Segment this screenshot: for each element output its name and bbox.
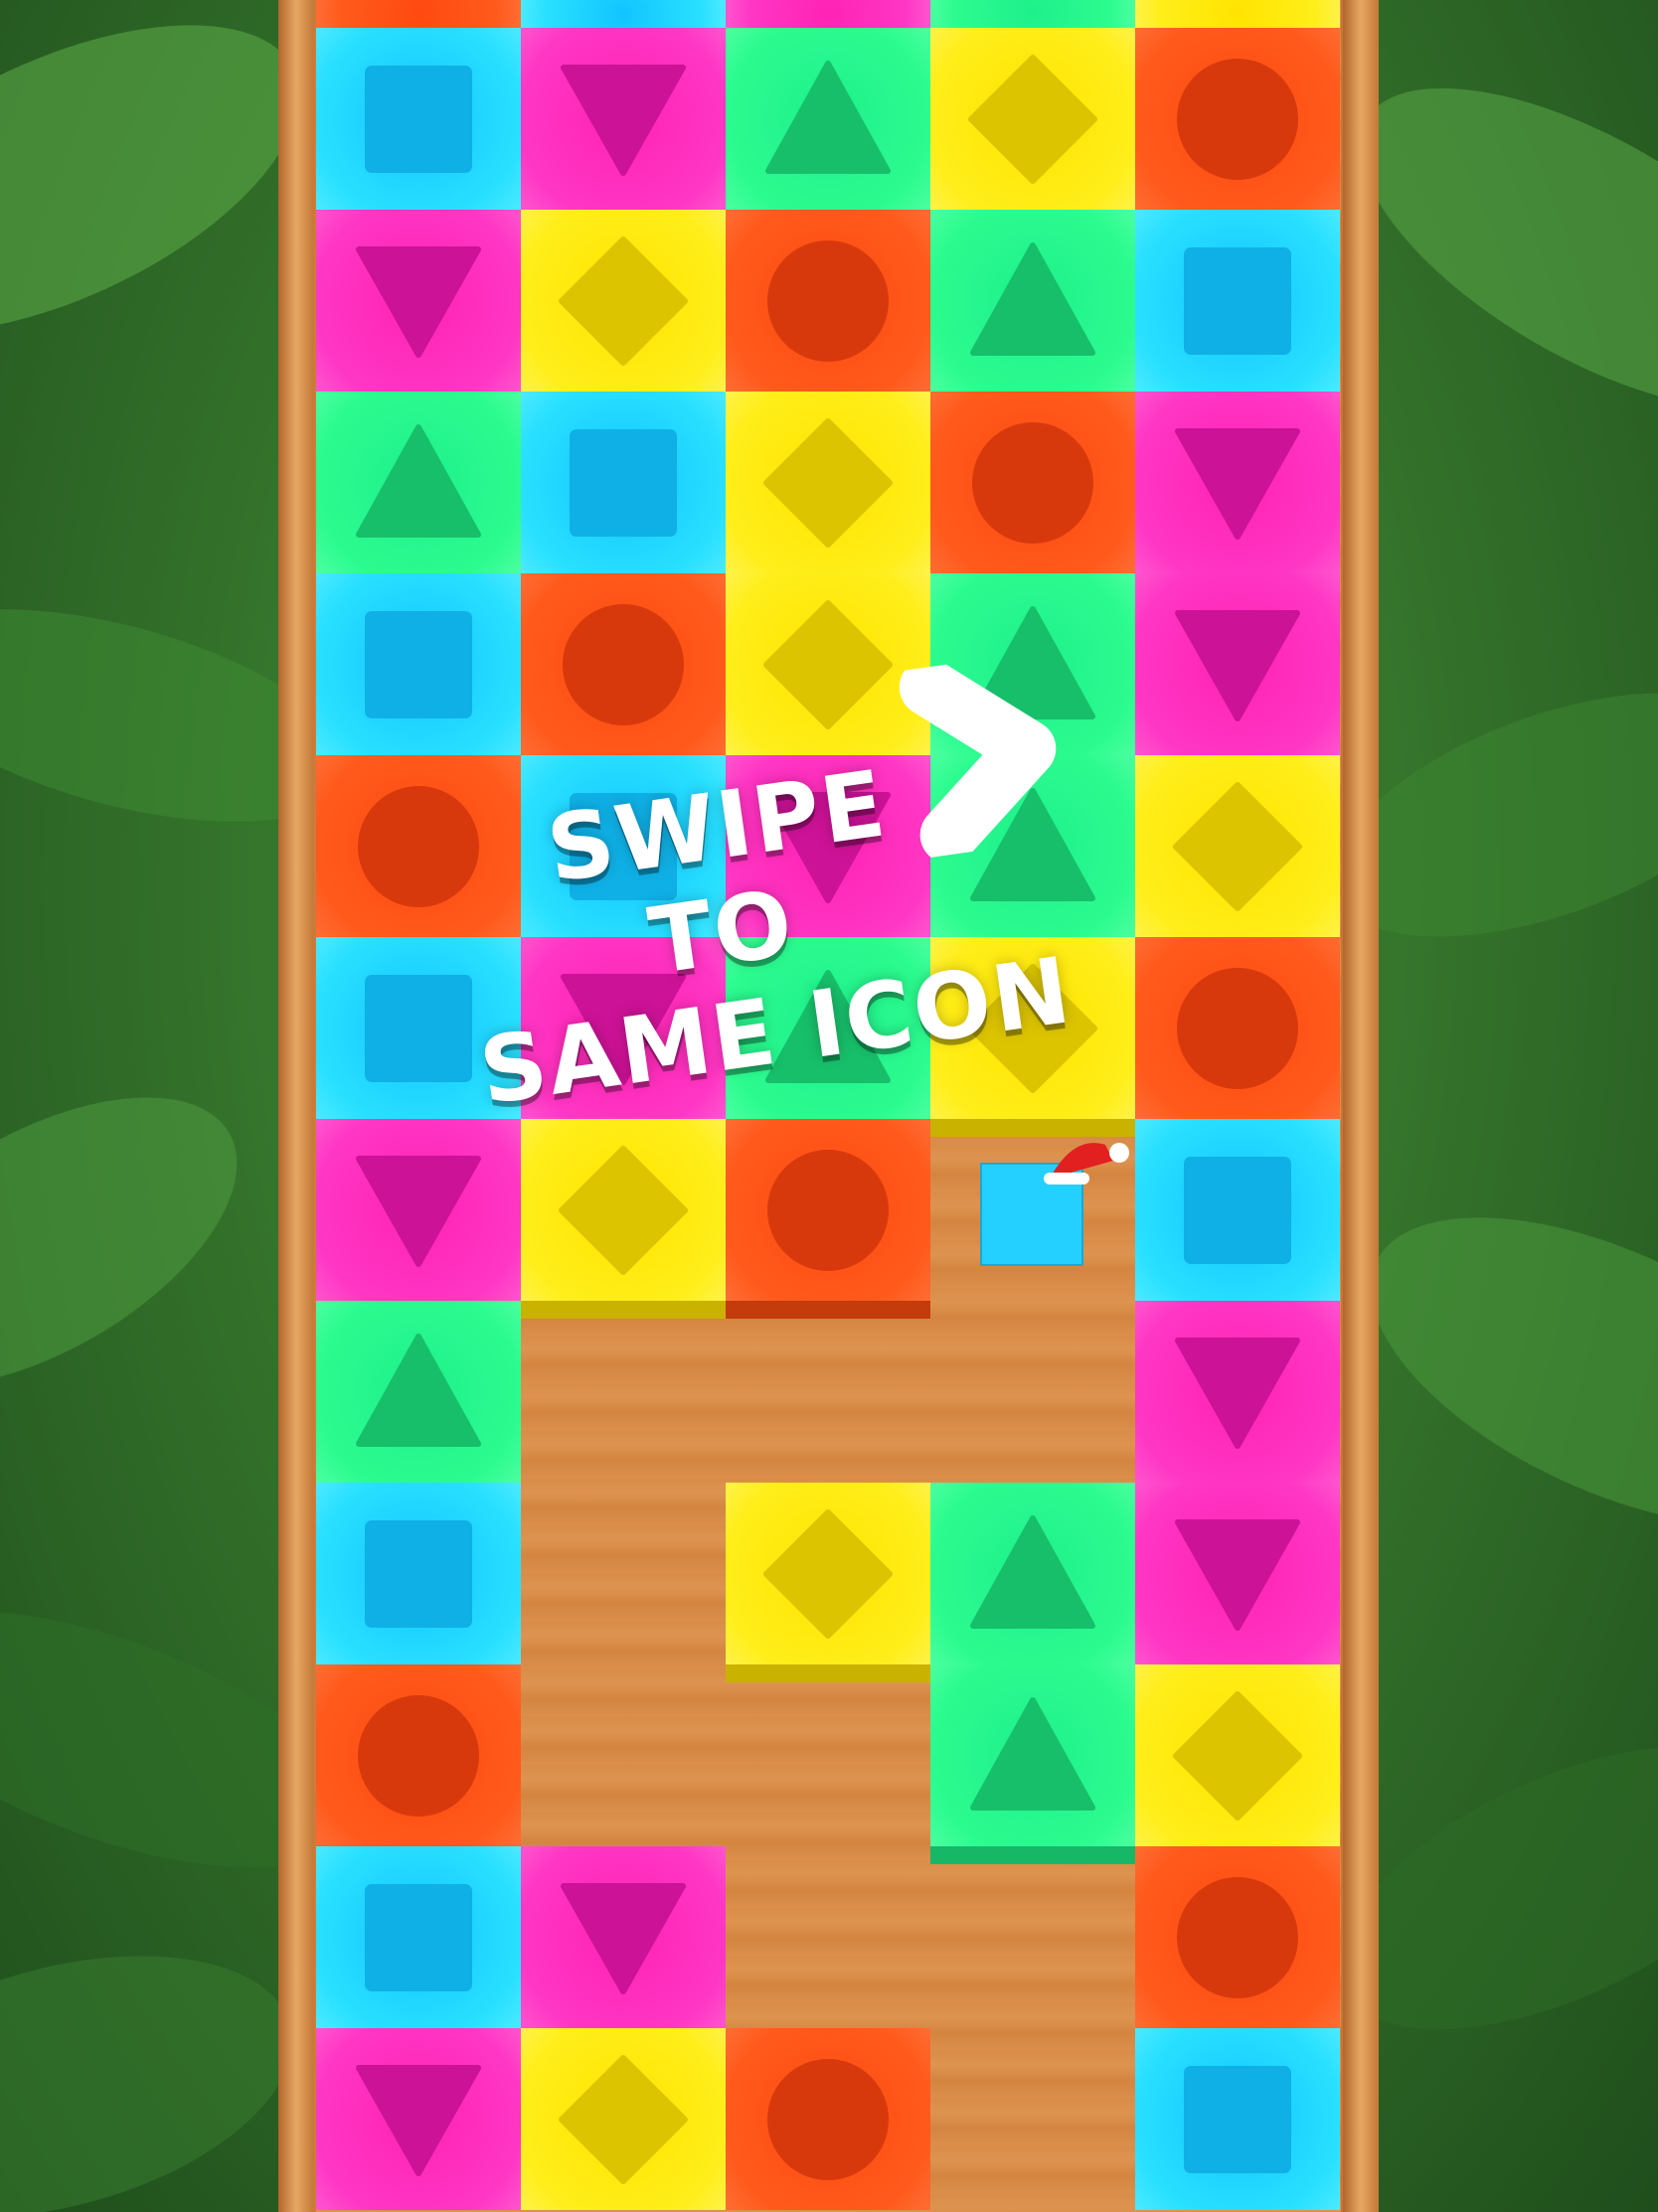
tile-magenta[interactable]: [316, 2028, 521, 2210]
tile-orange[interactable]: [726, 210, 930, 392]
tile-yellow[interactable]: [930, 28, 1135, 210]
down-triangle-icon: [1175, 610, 1300, 721]
triangle-icon: [765, 61, 891, 174]
swipe-hint: SWIPE TO SAME ICON: [434, 650, 1196, 1258]
diamond-icon: [1173, 1691, 1302, 1820]
down-triangle-icon: [1175, 1519, 1300, 1631]
triangle-icon: [970, 1697, 1095, 1811]
tile-orange[interactable]: [316, 1664, 521, 1846]
diamond-icon: [968, 55, 1097, 184]
down-triangle-icon: [356, 246, 481, 358]
diamond-icon: [559, 2055, 688, 2184]
square-icon: [365, 66, 472, 173]
chevron-right-icon: [899, 658, 1057, 860]
square-icon: [570, 429, 677, 537]
tile-yellow[interactable]: [1135, 0, 1340, 28]
tile-green[interactable]: [930, 1664, 1135, 1864]
tile-cyan[interactable]: [316, 573, 521, 755]
tile-yellow[interactable]: [726, 392, 930, 573]
tile-magenta[interactable]: [1135, 573, 1340, 755]
tile-magenta[interactable]: [1135, 392, 1340, 573]
tile-magenta[interactable]: [521, 1846, 726, 2028]
triangle-icon: [356, 1334, 481, 1447]
down-triangle-icon: [1175, 1338, 1300, 1449]
square-icon: [1184, 2066, 1291, 2173]
tile-magenta[interactable]: [316, 210, 521, 392]
tile-magenta[interactable]: [726, 0, 930, 28]
triangle-icon: [970, 242, 1095, 356]
circle-icon: [358, 1695, 479, 1817]
tile-magenta[interactable]: [1135, 1483, 1340, 1664]
tile-green[interactable]: [726, 28, 930, 210]
tile-green[interactable]: [930, 1483, 1135, 1664]
circle-icon: [972, 422, 1093, 544]
tile-magenta[interactable]: [1135, 1301, 1340, 1483]
tile-yellow[interactable]: [521, 2028, 726, 2210]
circle-icon: [1177, 59, 1298, 180]
tile-cyan[interactable]: [1135, 2028, 1340, 2210]
down-triangle-icon: [1175, 428, 1300, 540]
tile-cyan[interactable]: [1135, 210, 1340, 392]
tile-yellow[interactable]: [1135, 1664, 1340, 1846]
tile-cyan[interactable]: [316, 28, 521, 210]
circle-icon: [1177, 1877, 1298, 1998]
tile-cyan[interactable]: [316, 1846, 521, 2028]
down-triangle-icon: [561, 65, 686, 176]
tile-orange[interactable]: [726, 2028, 930, 2210]
tile-cyan[interactable]: [521, 392, 726, 573]
tile-cyan[interactable]: [316, 1483, 521, 1664]
tile-orange[interactable]: [930, 392, 1135, 573]
circle-icon: [767, 240, 889, 362]
tile-cyan[interactable]: [521, 0, 726, 28]
tile-orange[interactable]: [1135, 1846, 1340, 2028]
tile-green[interactable]: [930, 0, 1135, 28]
tile-green[interactable]: [316, 1301, 521, 1483]
tile-ledge: [726, 1664, 930, 1682]
square-icon: [365, 1520, 472, 1628]
tile-yellow[interactable]: [1135, 755, 1340, 937]
diamond-icon: [1173, 782, 1302, 911]
diamond-icon: [763, 1509, 893, 1639]
tile-yellow[interactable]: [726, 1483, 930, 1682]
down-triangle-icon: [561, 1883, 686, 1994]
tile-green[interactable]: [316, 392, 521, 573]
square-icon: [365, 1884, 472, 1991]
circle-icon: [767, 2059, 889, 2180]
diamond-icon: [559, 237, 688, 366]
tile-ledge: [930, 1846, 1135, 1864]
tile-yellow[interactable]: [521, 210, 726, 392]
triangle-icon: [356, 424, 481, 538]
tile-orange[interactable]: [1135, 28, 1340, 210]
tile-orange[interactable]: [316, 0, 521, 28]
tile-ledge: [521, 1301, 726, 1319]
triangle-icon: [970, 1515, 1095, 1629]
diamond-icon: [763, 418, 893, 548]
tile-magenta[interactable]: [521, 28, 726, 210]
square-icon: [1184, 247, 1291, 355]
tile-green[interactable]: [930, 210, 1135, 392]
tile-ledge: [726, 1301, 930, 1319]
down-triangle-icon: [356, 2065, 481, 2176]
square-icon: [365, 611, 472, 718]
